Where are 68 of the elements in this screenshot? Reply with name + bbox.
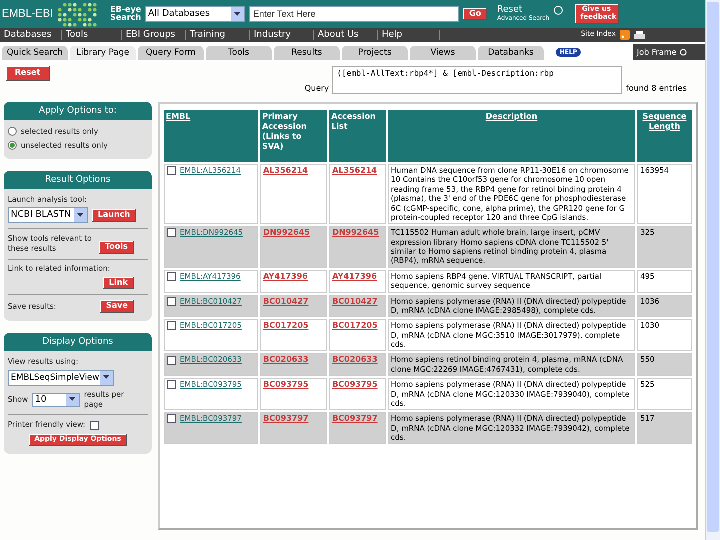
checkbox[interactable] xyxy=(90,420,99,430)
panel-title: Result Options xyxy=(4,170,152,188)
page-size-select[interactable]: 10 xyxy=(32,392,80,407)
caret-icon xyxy=(234,12,242,16)
database-select[interactable]: All Databases xyxy=(145,6,246,22)
menu-item[interactable]: Databases xyxy=(0,30,62,40)
job-frame-link[interactable]: Job Frame xyxy=(633,44,705,60)
tab[interactable]: Views xyxy=(410,46,476,60)
accession-link[interactable]: DN992645 xyxy=(263,228,310,238)
printer-icon xyxy=(634,30,645,40)
query-field[interactable]: ([embl-AllText:rbp4*] & [embl-Description:rbp xyxy=(332,66,622,94)
radio-button[interactable] xyxy=(8,127,17,136)
row-checkbox[interactable] xyxy=(167,321,176,330)
menu-item[interactable]: Industry xyxy=(250,30,314,40)
caret-icon xyxy=(77,212,84,218)
panel-title: Apply Options to: xyxy=(4,102,152,120)
tab[interactable]: Tools xyxy=(206,46,272,60)
search-label: EB-eye Search xyxy=(109,6,142,22)
search-field[interactable]: Enter Text Here xyxy=(249,6,460,22)
row-checkbox[interactable] xyxy=(167,272,176,281)
accession-link[interactable]: DN992645 xyxy=(332,228,380,238)
tab[interactable]: Databanks xyxy=(478,46,544,60)
tools-button[interactable]: Tools xyxy=(99,240,134,254)
refresh-icon xyxy=(680,48,687,56)
link-button[interactable]: Link xyxy=(103,276,134,290)
accession-link[interactable]: BC093797 xyxy=(263,414,309,424)
scrollbar[interactable] xyxy=(705,0,720,540)
tab[interactable]: Query Form xyxy=(138,46,204,60)
row-checkbox[interactable] xyxy=(167,166,176,176)
column-header: Accession List xyxy=(331,112,376,131)
radio-button[interactable] xyxy=(8,141,17,150)
results-count: found 8 entries xyxy=(626,84,687,93)
accession-link[interactable]: BC093795 xyxy=(263,380,309,390)
accession-link[interactable]: BC017205 xyxy=(263,321,309,330)
tab[interactable]: Quick Search xyxy=(2,46,68,60)
row-checkbox[interactable] xyxy=(167,356,176,365)
column-header-link[interactable]: EMBL xyxy=(166,112,256,122)
help-icon xyxy=(554,6,563,14)
row-checkbox[interactable] xyxy=(167,380,176,390)
menu-item[interactable]: About Us xyxy=(314,30,378,40)
accession-link[interactable]: AL356214 xyxy=(332,166,378,175)
caret-icon xyxy=(103,375,110,380)
tool-select[interactable]: NCBI BLASTN xyxy=(8,207,88,224)
column-header-link[interactable]: Description xyxy=(390,112,634,122)
logo-dots-icon xyxy=(57,2,100,26)
save-button[interactable]: Save xyxy=(100,300,134,314)
menu-item[interactable]: Help xyxy=(378,30,440,40)
row-checkbox[interactable] xyxy=(167,228,176,238)
tab[interactable]: Projects xyxy=(342,46,408,60)
menu-item[interactable]: Tools xyxy=(62,30,122,40)
reset-link[interactable]: Reset xyxy=(497,6,550,16)
menu-item[interactable]: EBI Groups xyxy=(122,30,186,40)
logo-text: EMBL-EBI xyxy=(1,8,54,20)
query-label: Query xyxy=(304,84,330,93)
reset-button[interactable]: Reset xyxy=(6,66,50,81)
go-button[interactable]: Go xyxy=(463,8,488,20)
rss-icon xyxy=(620,30,630,40)
row-checkbox[interactable] xyxy=(167,414,176,424)
menu-item[interactable]: Training xyxy=(186,30,250,40)
column-header: Primary Accession (Links to SVA) xyxy=(262,112,307,151)
panel-title: Display Options xyxy=(4,333,152,352)
tab[interactable]: Library Page xyxy=(70,46,136,60)
accession-link[interactable]: AL356214 xyxy=(263,166,308,175)
row-checkbox[interactable] xyxy=(167,296,176,306)
launch-button[interactable]: Launch xyxy=(92,208,136,222)
caret-icon xyxy=(69,397,76,402)
tab[interactable]: Results xyxy=(274,46,340,60)
view-select[interactable]: EMBLSeqSimpleView xyxy=(8,370,114,386)
